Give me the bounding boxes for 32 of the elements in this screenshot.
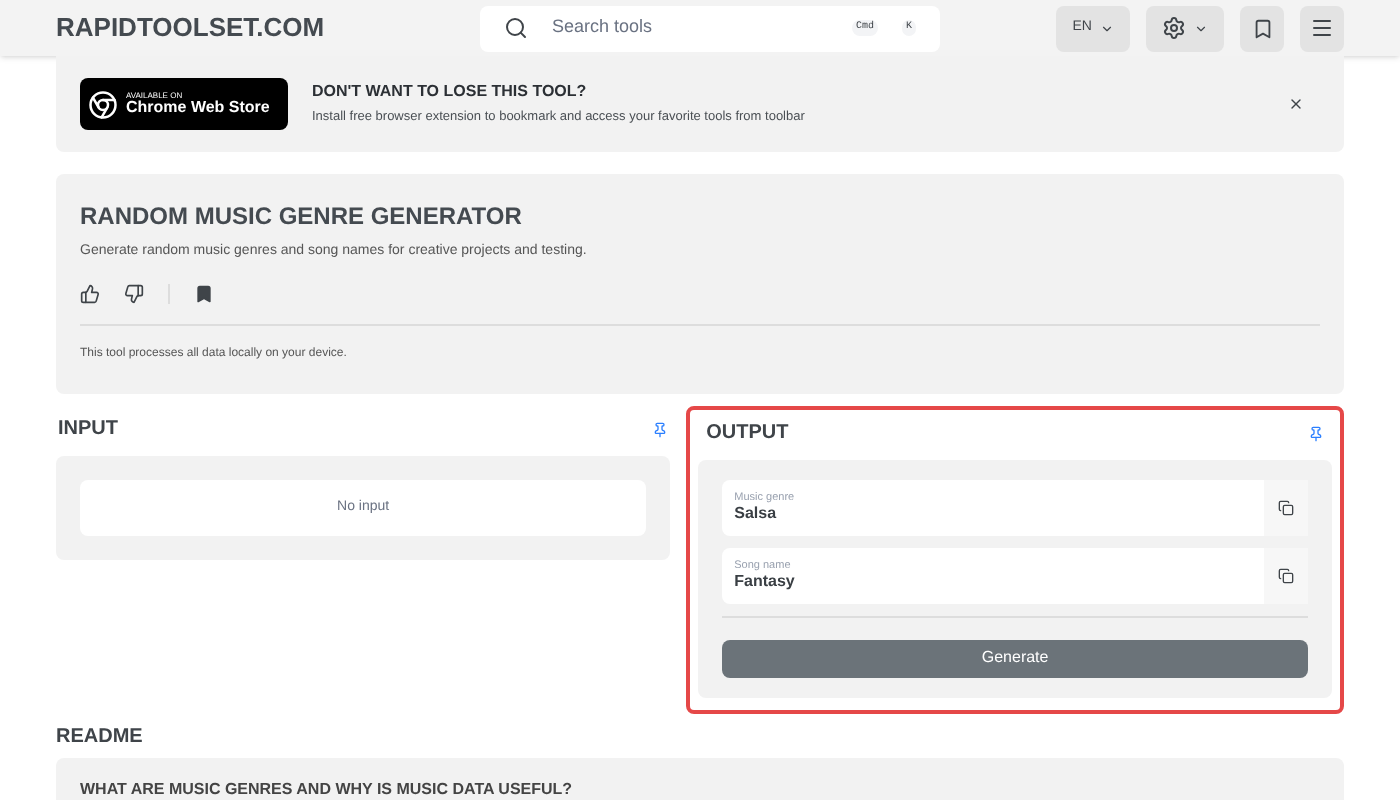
chevron-down-icon	[1194, 21, 1208, 35]
settings-button[interactable]	[1146, 5, 1224, 51]
site-logo[interactable]: RAPIDTOOLSET.COM	[56, 8, 480, 48]
thumbs-up-icon[interactable]	[80, 283, 100, 303]
menu-icon	[1310, 16, 1334, 40]
close-icon[interactable]	[1288, 96, 1304, 112]
readme-question: WHAT ARE MUSIC GENRES AND WHY IS MUSIC DATA USEFUL?	[80, 780, 573, 798]
tool-title: RANDOM MUSIC GENRE GENERATOR	[80, 200, 524, 234]
chevron-down-icon	[1100, 21, 1114, 35]
copy-icon	[1278, 568, 1294, 584]
search-icon	[504, 16, 528, 40]
bookmark-button[interactable]	[1240, 5, 1284, 51]
bookmark-icon	[1251, 17, 1273, 39]
output-heading: OUTPUT	[706, 420, 789, 448]
banner-title: DON'T WANT TO LOSE THIS TOOL?	[312, 80, 589, 105]
pin-icon[interactable]	[652, 421, 669, 437]
field-value: Salsa	[734, 504, 779, 525]
pin-icon[interactable]	[1308, 425, 1324, 441]
generate-button[interactable]: Generate	[722, 639, 1308, 677]
menu-button[interactable]	[1300, 5, 1344, 51]
chrome-icon	[88, 89, 118, 119]
field-value: Fantasy	[734, 572, 797, 593]
copy-button[interactable]	[1264, 480, 1308, 536]
copy-button[interactable]	[1264, 548, 1308, 604]
thumbs-down-icon[interactable]	[124, 283, 144, 303]
badge-title: Chrome Web Store	[126, 100, 270, 116]
readme-heading: README	[56, 724, 145, 752]
input-heading: INPUT	[58, 416, 118, 444]
bookmark-icon[interactable]	[194, 283, 214, 303]
settings-icon	[1162, 16, 1186, 40]
copy-icon	[1278, 500, 1294, 516]
search-placeholder: Search tools	[552, 14, 655, 41]
